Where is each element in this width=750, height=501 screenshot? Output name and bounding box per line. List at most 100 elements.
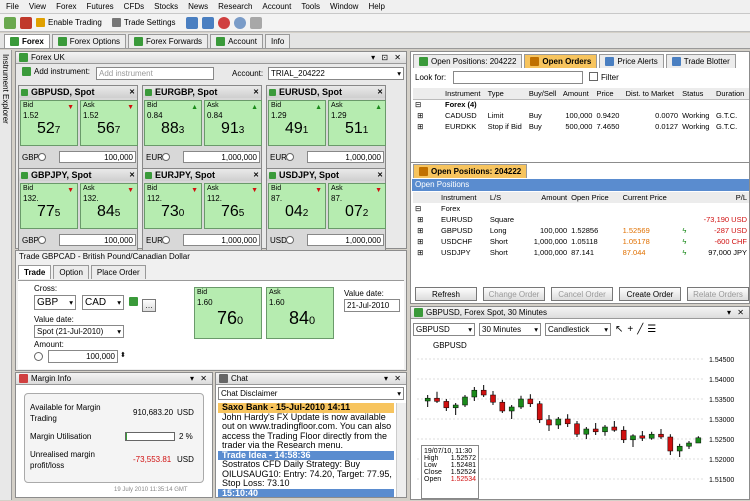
col-type[interactable]: Type xyxy=(486,88,527,99)
stop-load-icon[interactable] xyxy=(217,16,230,29)
drawing-tools-icon[interactable]: ☰ xyxy=(647,324,656,335)
bid-button[interactable]: Bid ▼ 132. 775 xyxy=(20,183,78,229)
refresh-icon[interactable] xyxy=(233,16,246,29)
ask-button[interactable]: Ask ▲ 1.29 511 xyxy=(328,100,386,146)
crosshair-icon[interactable]: + xyxy=(627,324,633,335)
candle-body[interactable] xyxy=(536,403,543,421)
col-instrument[interactable]: Instrument xyxy=(443,88,486,99)
trade-settings-button[interactable]: Trade Settings xyxy=(111,18,176,27)
group-row[interactable]: ⊟ Forex (4) xyxy=(413,99,749,110)
info-icon[interactable] xyxy=(162,236,170,244)
candle-body[interactable] xyxy=(508,406,515,412)
amount-input[interactable]: 100,000 xyxy=(48,350,118,363)
symbol-select[interactable]: GBPUSD ▾ xyxy=(413,322,475,336)
close-icon[interactable]: ✕ xyxy=(129,88,137,96)
enable-trading-button[interactable]: Enable Trading xyxy=(36,18,102,27)
candle-body[interactable] xyxy=(434,397,440,402)
account-select[interactable]: TRIAL_204222 ▾ xyxy=(268,67,404,80)
panel-controls[interactable]: ▾ ✕ xyxy=(384,374,406,383)
ask-button[interactable]: Ask ▲ 0.84 913 xyxy=(204,100,262,146)
tab-forex-forwards[interactable]: Forex Forwards xyxy=(128,34,209,48)
info-icon[interactable] xyxy=(38,236,46,244)
candle-body[interactable] xyxy=(602,426,608,433)
line-tool-icon[interactable]: ╱ xyxy=(637,324,643,335)
refresh-button[interactable]: Refresh xyxy=(415,287,477,301)
forward-icon[interactable] xyxy=(201,16,214,29)
candle-body[interactable] xyxy=(490,394,496,403)
candle-body[interactable] xyxy=(499,401,506,412)
tab-trade[interactable]: Trade xyxy=(18,265,52,279)
table-row[interactable]: ⊞ GBPUSD Long 100,000 1.52856 1.52569 ϟ -287 US… xyxy=(413,225,749,236)
chat-scrollbar[interactable] xyxy=(396,403,406,497)
bid-button[interactable]: Bid ▼ 112. 730 xyxy=(144,183,202,229)
col-dist[interactable]: Dist. to Market xyxy=(624,88,681,99)
candle-body[interactable] xyxy=(471,389,478,398)
value-date-select[interactable]: Spot (21-Jul-2010) ▾ xyxy=(34,325,124,338)
panel-controls[interactable]: ▾ ⊡ ✕ xyxy=(371,53,406,62)
info-icon[interactable] xyxy=(38,153,46,161)
panel-controls[interactable]: ▾ ✕ xyxy=(190,374,212,383)
table-row[interactable]: ⊞ USDJPY Short 1,000,000 87.141 87.044 ϟ 97,000… xyxy=(413,247,749,258)
relate-orders-button[interactable]: Relate Orders xyxy=(687,287,749,301)
candle-body[interactable] xyxy=(480,389,487,396)
trade-ask-button[interactable]: Ask 1.60 840 xyxy=(266,287,334,339)
col-open-price[interactable]: Open Price xyxy=(569,192,620,203)
candle-body[interactable] xyxy=(648,433,655,439)
candle-body[interactable] xyxy=(443,401,450,409)
col-instrument[interactable]: Instrument xyxy=(439,192,488,203)
bid-button[interactable]: Bid ▲ 1.29 491 xyxy=(268,100,326,146)
candle-body[interactable] xyxy=(658,433,664,438)
candle-body[interactable] xyxy=(527,398,534,405)
tab-account[interactable]: Account xyxy=(210,34,263,48)
candle-body[interactable] xyxy=(639,435,646,439)
menu-window[interactable]: Window xyxy=(330,2,358,11)
col-amount[interactable]: Amount xyxy=(523,192,569,203)
close-icon[interactable]: ✕ xyxy=(253,171,261,179)
candle-body[interactable] xyxy=(564,418,571,425)
tab-open-orders[interactable]: Open Orders xyxy=(524,54,598,68)
info-icon[interactable] xyxy=(162,153,170,161)
candle-body[interactable] xyxy=(620,429,627,441)
stop-icon[interactable] xyxy=(20,16,32,29)
col-ls[interactable]: L/S xyxy=(488,192,523,203)
candle-body[interactable] xyxy=(695,437,702,444)
tab-forex-options[interactable]: Forex Options xyxy=(51,34,127,48)
amount-input[interactable]: 100,000 xyxy=(59,234,136,246)
candle-body[interactable] xyxy=(630,435,636,441)
candle-body[interactable] xyxy=(462,396,468,406)
ccy1-select[interactable]: GBP ▾ xyxy=(34,295,76,310)
home-icon[interactable] xyxy=(249,16,262,29)
candle-body[interactable] xyxy=(592,428,599,433)
tab-open-positions[interactable]: Open Positions: 204222 xyxy=(413,54,523,68)
tab-trade-blotter[interactable]: Trade Blotter xyxy=(665,54,736,68)
amount-input[interactable]: 1,000,000 xyxy=(183,151,260,163)
chart-style-select[interactable]: Candlestick ▾ xyxy=(545,322,611,336)
table-row[interactable]: ⊞ EURDKK Stop if Bid Buy 500,000 7.4650 0.0127… xyxy=(413,121,749,132)
candle-body[interactable] xyxy=(574,423,580,435)
close-icon[interactable]: ✕ xyxy=(377,88,385,96)
info-icon[interactable] xyxy=(286,236,294,244)
cancel-order-button[interactable]: Cancel Order xyxy=(551,287,613,301)
change-order-button[interactable]: Change Order xyxy=(483,287,545,301)
ask-button[interactable]: Ask ▼ 112. 765 xyxy=(204,183,262,229)
tab-forex[interactable]: Forex xyxy=(4,34,50,48)
tab-option[interactable]: Option xyxy=(53,265,89,279)
close-icon[interactable]: ✕ xyxy=(377,171,385,179)
interval-select[interactable]: 30 Minutes ▾ xyxy=(479,322,541,336)
col-amount[interactable]: Amount xyxy=(561,88,595,99)
candle-body[interactable] xyxy=(518,398,524,408)
value-date2-field[interactable]: 21-Jul-2010 xyxy=(344,299,400,312)
more-button[interactable]: … xyxy=(142,299,156,312)
filter-checkbox[interactable] xyxy=(589,72,598,81)
tab-open-positions[interactable]: Open Positions: 204222 xyxy=(413,164,528,178)
ask-button[interactable]: Ask ▼ 132. 845 xyxy=(80,183,138,229)
table-row[interactable]: ⊞ CADUSD Limit Buy 100,000 0.9420 0.0070 Workin… xyxy=(413,110,749,121)
trade-icon[interactable] xyxy=(4,16,16,29)
ask-button[interactable]: Ask ▼ 1.52 567 xyxy=(80,100,138,146)
menu-forex[interactable]: Forex xyxy=(56,2,76,11)
candle-body[interactable] xyxy=(452,404,459,409)
candle-body[interactable] xyxy=(424,397,431,402)
info-icon[interactable] xyxy=(34,352,43,361)
tab-place-order[interactable]: Place Order xyxy=(90,265,146,279)
instrument-explorer-tab[interactable]: Instrument Explorer xyxy=(0,50,12,500)
